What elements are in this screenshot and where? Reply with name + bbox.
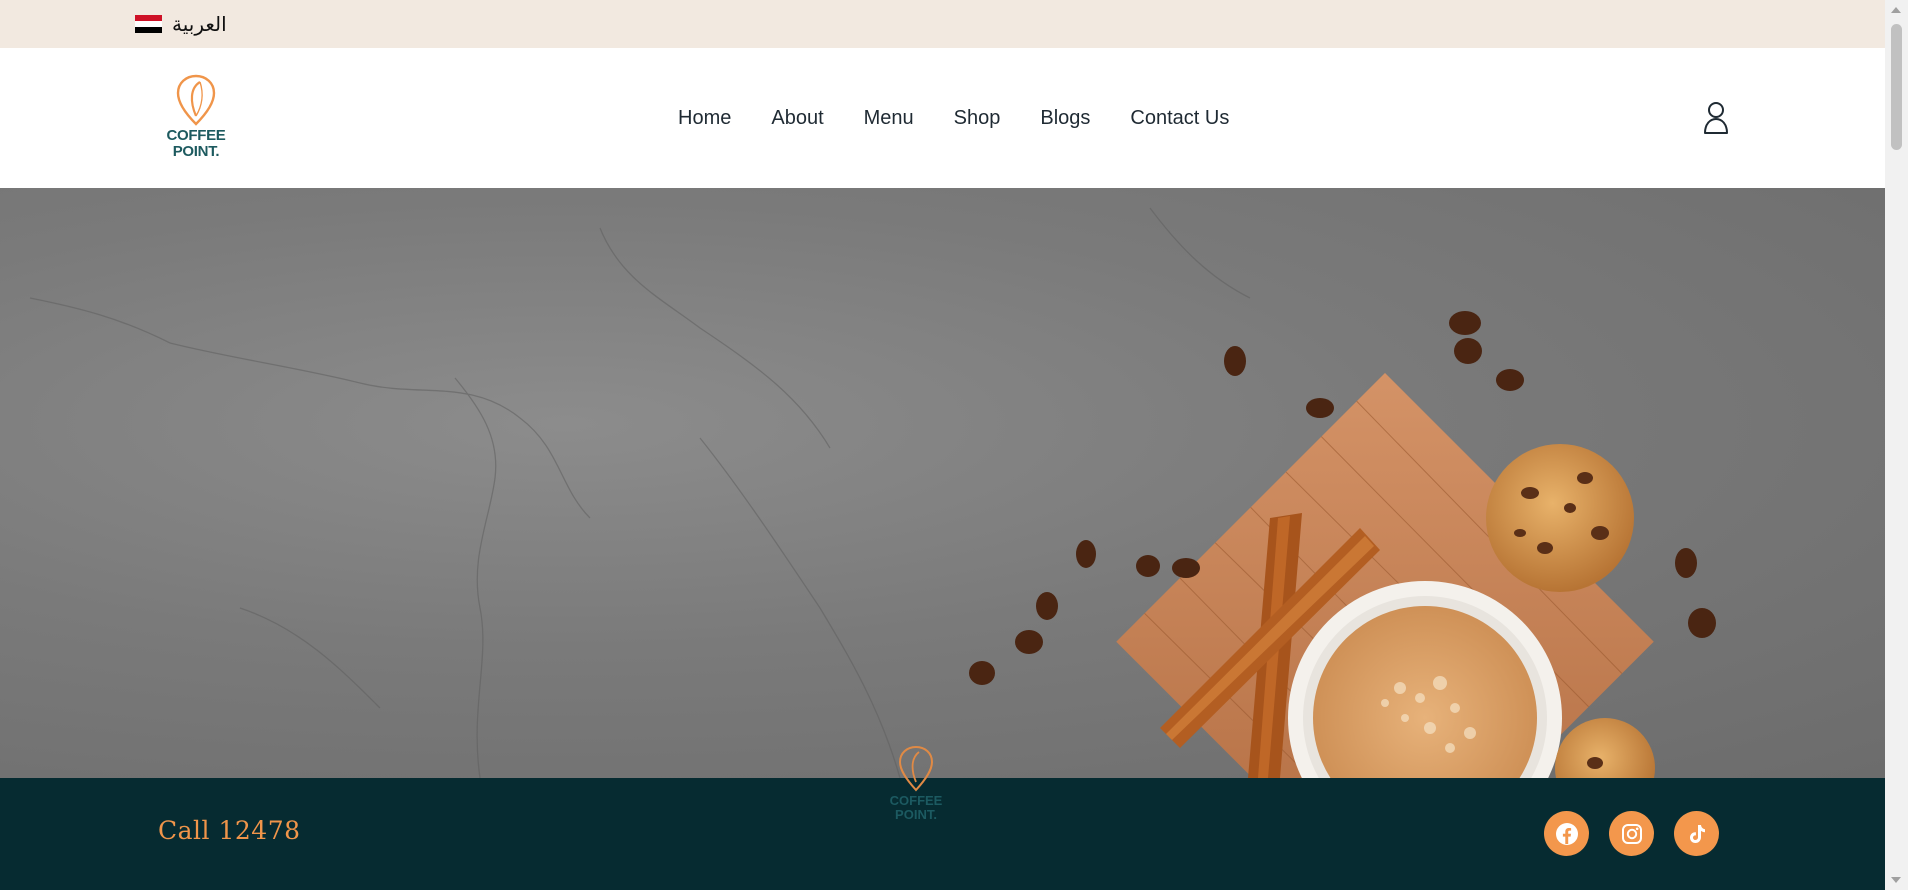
footer-logo-line-1: COFFEE bbox=[889, 793, 943, 808]
nav-contact-us[interactable]: Contact Us bbox=[1130, 107, 1229, 130]
page-scrollbar[interactable] bbox=[1885, 0, 1908, 890]
egypt-flag-icon bbox=[135, 14, 162, 34]
scroll-down-arrow-icon[interactable] bbox=[1891, 877, 1901, 883]
nav-home[interactable]: Home bbox=[678, 107, 731, 130]
language-switcher[interactable]: العربية bbox=[135, 10, 227, 38]
coffee-bean-pin-icon bbox=[898, 745, 934, 792]
language-bar: العربية bbox=[0, 0, 1885, 48]
page: العربية COFFEE POINT. Home About Menu Sh… bbox=[0, 0, 1885, 890]
hero-banner bbox=[0, 188, 1885, 778]
call-number-link[interactable]: Call 12478 bbox=[158, 816, 301, 845]
language-label: العربية bbox=[172, 12, 227, 36]
footer-logo-line-2: POINT. bbox=[895, 807, 937, 822]
footer-logo: COFFEE POINT. bbox=[884, 742, 948, 842]
user-icon bbox=[1704, 102, 1728, 134]
social-links bbox=[1544, 811, 1719, 856]
scrollbar-thumb[interactable] bbox=[1891, 24, 1902, 150]
logo-line-1: COFFEE bbox=[166, 127, 226, 144]
scroll-up-arrow-icon[interactable] bbox=[1891, 7, 1901, 13]
user-account-button[interactable] bbox=[1700, 100, 1732, 136]
site-header: COFFEE POINT. Home About Menu Shop Blogs… bbox=[0, 48, 1885, 188]
logo-text: COFFEE POINT. bbox=[160, 128, 232, 160]
nav-blogs[interactable]: Blogs bbox=[1040, 107, 1090, 130]
logo-line-2: POINT. bbox=[172, 143, 220, 160]
instagram-link[interactable] bbox=[1609, 811, 1654, 856]
coffee-cup-cinnamon-cookies-on-wooden-board-icon bbox=[29, 207, 1716, 778]
footer-bar: Call 12478 COFFEE POINT. bbox=[0, 745, 1885, 890]
footer-logo-text: COFFEE POINT. bbox=[884, 794, 948, 822]
nav-about[interactable]: About bbox=[771, 107, 823, 130]
nav-menu[interactable]: Menu bbox=[864, 107, 914, 130]
coffee-bean-pin-icon bbox=[176, 74, 216, 126]
site-logo[interactable]: COFFEE POINT. bbox=[160, 72, 232, 168]
facebook-link[interactable] bbox=[1544, 811, 1589, 856]
nav-shop[interactable]: Shop bbox=[954, 107, 1001, 130]
instagram-icon bbox=[1621, 823, 1642, 844]
main-nav: Home About Menu Shop Blogs Contact Us bbox=[678, 96, 1229, 140]
facebook-icon bbox=[1555, 822, 1578, 845]
tiktok-icon bbox=[1689, 824, 1705, 843]
tiktok-link[interactable] bbox=[1674, 811, 1719, 856]
